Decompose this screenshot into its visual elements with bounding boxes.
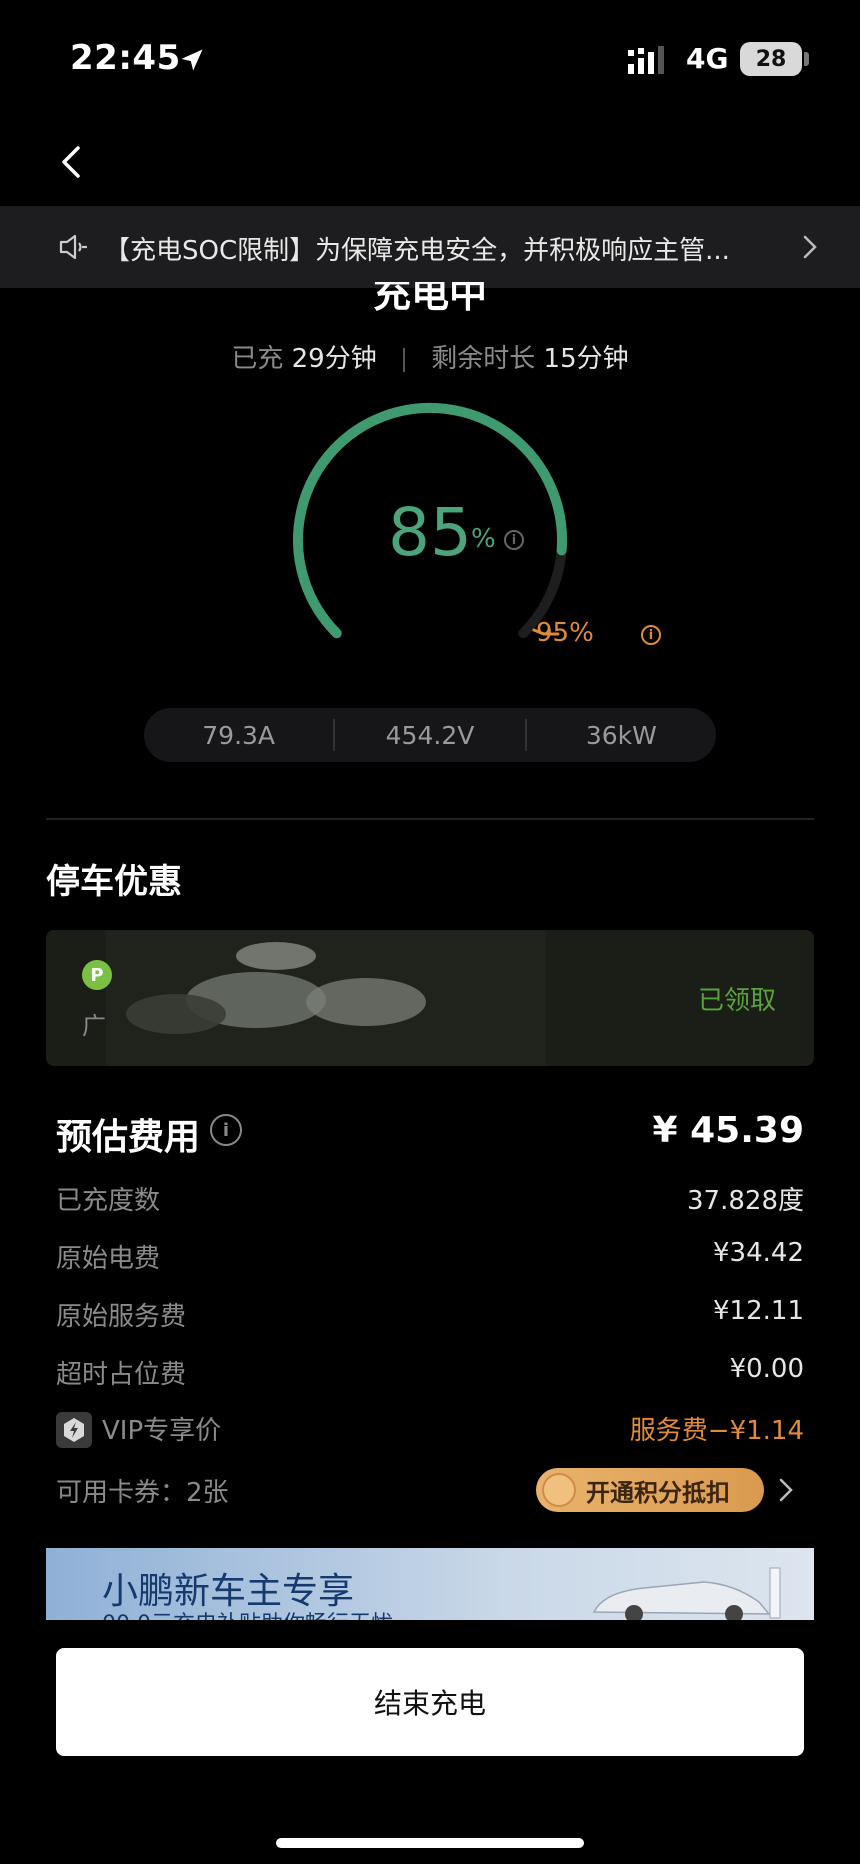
home-indicator	[276, 1838, 584, 1848]
charging-stats: 79.3A 454.2V 36kW	[144, 708, 716, 762]
fee-row-label: 超时占位费	[56, 1360, 187, 1390]
charge-percent-unit: %	[471, 524, 496, 554]
fee-row: 原始电费 ¥34.42	[56, 1238, 804, 1278]
promo-banner[interactable]: 小鹏新车主专享 00.0元充电补贴助你畅行无忧	[46, 1548, 814, 1620]
parking-section-title: 停车优惠	[46, 862, 182, 902]
fee-row: 超时占位费 ¥0.00	[56, 1354, 804, 1394]
redacted-area	[106, 930, 546, 1066]
voltage-value: 454.2V	[385, 720, 475, 750]
parking-icon: P	[82, 960, 112, 990]
current-value: 79.3A	[202, 720, 276, 750]
fee-info-icon[interactable]: i	[210, 1114, 242, 1146]
status-time: 22:45	[70, 38, 181, 78]
points-button-label: 开通积分抵扣	[586, 1478, 730, 1507]
remaining-label: 剩余时长	[431, 344, 536, 374]
charge-limit: 95%	[536, 618, 594, 648]
charging-times: 已充 29分钟 剩余时长 15分钟	[0, 338, 860, 375]
end-charging-button[interactable]: 结束充电	[56, 1648, 804, 1756]
power-value: 36kW	[585, 720, 657, 750]
vip-price-row: VIP专享价 服务费−¥1.14	[56, 1410, 804, 1450]
coupon-label: 可用卡券：2张	[56, 1478, 229, 1508]
points-deduction-button[interactable]: 开通积分抵扣	[536, 1468, 764, 1512]
coin-icon	[542, 1473, 576, 1507]
network-type: 4G	[686, 42, 729, 75]
fee-row: 已充度数 37.828度	[56, 1180, 804, 1220]
times-divider	[403, 347, 405, 372]
notice-text: 【充电SOC限制】为保障充电安全，并积极响应主管...	[104, 236, 730, 266]
vip-label: VIP专享价	[102, 1416, 222, 1446]
car-illustration	[592, 1567, 781, 1620]
vip-label-wrap: VIP专享价	[56, 1410, 221, 1450]
fee-row-label: 原始服务费	[56, 1302, 187, 1332]
info-icon[interactable]: i	[504, 530, 524, 550]
fee-row: 原始服务费 ¥12.11	[56, 1296, 804, 1336]
battery-icon: 28	[740, 42, 802, 76]
fee-row-value: ¥0.00	[729, 1354, 804, 1384]
chevron-right-icon	[803, 235, 817, 259]
location-arrow-icon	[181, 49, 203, 71]
speaker-icon	[59, 234, 87, 260]
charged-value: 29分钟	[291, 344, 377, 374]
parking-claimed-status: 已领取	[697, 986, 776, 1016]
fee-row-value: 37.828度	[687, 1186, 804, 1216]
banner-subtitle: 00.0元充电补贴助你畅行无忧	[102, 1606, 393, 1620]
signal-icon	[628, 46, 664, 74]
estimated-fee-total: ¥ 45.39	[652, 1110, 804, 1151]
remaining-value: 15分钟	[543, 344, 629, 374]
battery-cap	[804, 52, 809, 66]
charged-label: 已充	[231, 344, 284, 374]
charging-status-title: 充电中	[372, 282, 487, 316]
back-arrow-icon[interactable]	[50, 140, 94, 184]
vip-discount-value: 服务费−¥1.14	[629, 1416, 804, 1446]
chevron-right-icon[interactable]	[776, 1476, 796, 1504]
fee-row-label: 原始电费	[56, 1244, 161, 1274]
parking-location: 广	[82, 1012, 106, 1040]
fee-row-value: ¥34.42	[713, 1238, 804, 1268]
section-divider	[46, 818, 814, 820]
limit-info-icon[interactable]: i	[641, 625, 661, 645]
vip-lightning-icon	[56, 1411, 92, 1448]
parking-discount-card[interactable]: P 广 已领取	[46, 930, 814, 1066]
notice-bar[interactable]: 【充电SOC限制】为保障充电安全，并积极响应主管...	[0, 206, 860, 288]
status-bar: 22:45 4G 28	[0, 0, 860, 120]
fee-row-value: ¥12.11	[713, 1296, 804, 1326]
estimated-fee-title: 预估费用	[56, 1117, 201, 1158]
fee-row-label: 已充度数	[56, 1186, 161, 1216]
charge-percent: 85	[388, 494, 472, 571]
